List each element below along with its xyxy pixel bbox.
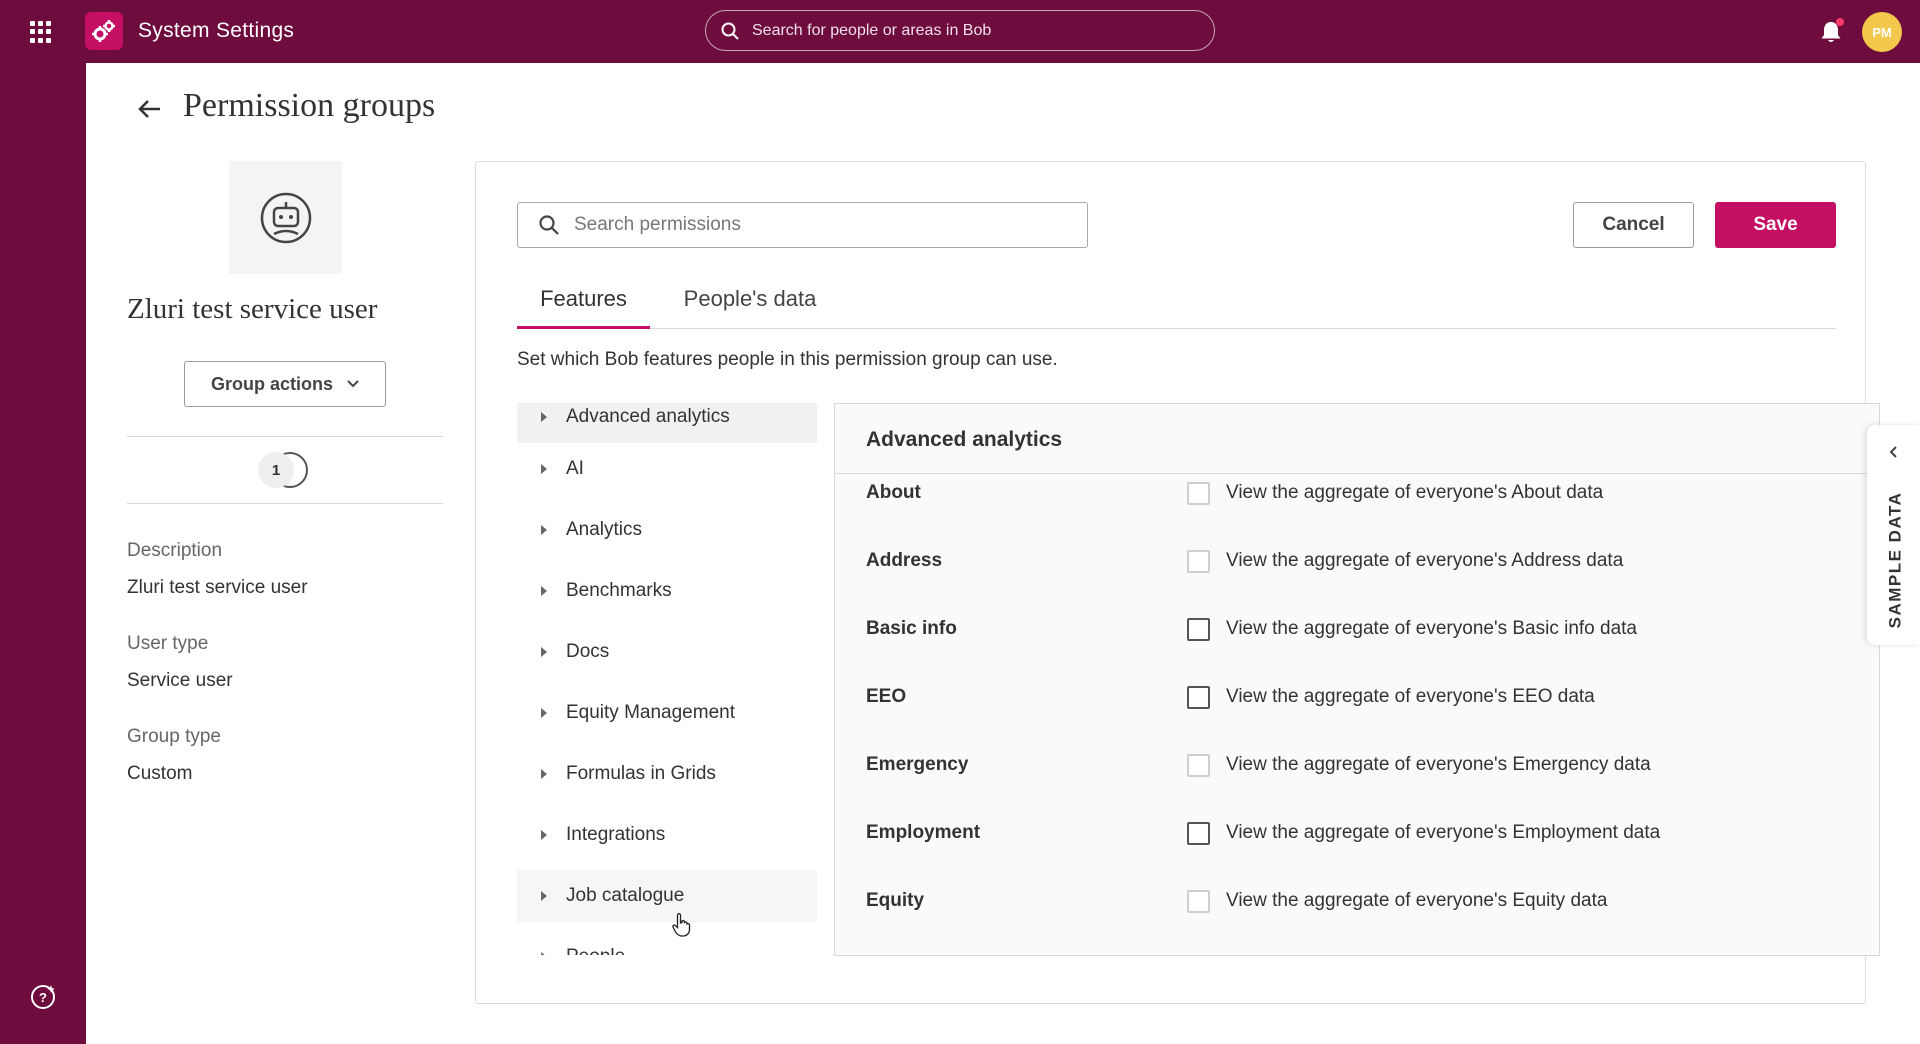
- permission-name: Basic info: [866, 618, 957, 639]
- group-actions-label: Group actions: [210, 373, 333, 394]
- group-name: Zluri test service user: [127, 293, 378, 325]
- save-button[interactable]: Save: [1715, 202, 1836, 248]
- feature-item-equity-management[interactable]: Equity Management: [517, 687, 817, 739]
- tab-description: Set which Bob features people in this pe…: [517, 349, 1058, 370]
- permissions-card: Cancel Save Features People's data Set w…: [475, 161, 1880, 1004]
- permission-name: EEO: [866, 686, 907, 707]
- feature-item-docs[interactable]: Docs: [517, 626, 817, 678]
- avatar[interactable]: PM: [1862, 12, 1902, 52]
- permission-checkbox[interactable]: [1187, 482, 1210, 505]
- detail-title: Advanced analytics: [866, 428, 1063, 451]
- permission-row-emergency: Emergency View the aggregate of everyone…: [835, 734, 1835, 802]
- feature-list: Advanced analytics AI Analytics Benchmar…: [517, 403, 830, 955]
- permission-text: View the aggregate of everyone's Equity …: [1226, 890, 1608, 911]
- settings-gears-icon: [85, 12, 123, 50]
- search-icon: [539, 215, 559, 235]
- group-avatar: [229, 161, 342, 274]
- sample-data-tab[interactable]: SAMPLE DATA: [1867, 425, 1920, 645]
- permission-checkbox[interactable]: [1187, 686, 1210, 709]
- group-actions-button[interactable]: Group actions: [184, 361, 386, 407]
- group-type-value: Custom: [127, 763, 193, 784]
- permission-row-basic-info: Basic info View the aggregate of everyon…: [835, 598, 1835, 666]
- tab-peoples-data[interactable]: People's data: [670, 286, 830, 329]
- app-title: System Settings: [138, 19, 295, 42]
- permission-tabs: Features People's data: [517, 286, 1836, 329]
- caret-right-icon: [541, 952, 547, 955]
- feature-detail-panel: Advanced analytics About View the aggreg…: [834, 403, 1880, 956]
- back-arrow-icon[interactable]: [136, 95, 164, 123]
- member-count-badge[interactable]: 1: [258, 452, 308, 490]
- feature-item-ai[interactable]: AI: [517, 443, 817, 495]
- feature-item-integrations[interactable]: Integrations: [517, 809, 817, 861]
- feature-item-advanced-analytics[interactable]: Advanced analytics: [517, 403, 817, 443]
- caret-right-icon: [541, 412, 547, 422]
- permission-text: View the aggregate of everyone's Address…: [1226, 550, 1624, 571]
- svg-text:?: ?: [39, 990, 47, 1005]
- hand-cursor-icon: [672, 913, 691, 937]
- feature-item-people[interactable]: People: [517, 931, 817, 955]
- divider: [127, 436, 443, 437]
- feature-item-job-catalogue[interactable]: Job catalogue: [517, 870, 817, 922]
- global-search-placeholder: Search for people or areas in Bob: [752, 21, 992, 39]
- feature-item-analytics[interactable]: Analytics: [517, 504, 817, 556]
- permissions-search[interactable]: [517, 202, 1088, 248]
- permission-text: View the aggregate of everyone's About d…: [1226, 482, 1604, 503]
- user-type-value: Service user: [127, 670, 233, 691]
- permissions-search-input[interactable]: [574, 214, 1074, 236]
- permission-checkbox[interactable]: [1187, 822, 1210, 845]
- description-value: Zluri test service user: [127, 577, 308, 598]
- permission-name: Employment: [866, 822, 981, 843]
- caret-right-icon: [541, 464, 547, 474]
- group-type-label: Group type: [127, 726, 221, 747]
- permission-checkbox[interactable]: [1187, 550, 1210, 573]
- main-content: Permission groups Zluri test service use…: [86, 63, 1920, 1044]
- robot-icon: [260, 192, 311, 243]
- feature-item-benchmarks[interactable]: Benchmarks: [517, 565, 817, 617]
- permission-row-about: About View the aggregate of everyone's A…: [835, 462, 1835, 530]
- page-title: Permission groups: [183, 87, 436, 124]
- permission-text: View the aggregate of everyone's Employm…: [1226, 822, 1661, 843]
- search-icon: [721, 22, 739, 40]
- permission-checkbox[interactable]: [1187, 754, 1210, 777]
- permission-row-equity: Equity View the aggregate of everyone's …: [835, 870, 1835, 938]
- permission-row-employment: Employment View the aggregate of everyon…: [835, 802, 1835, 870]
- caret-right-icon: [541, 708, 547, 718]
- apps-grid-icon[interactable]: [30, 21, 52, 43]
- sample-data-label: SAMPLE DATA: [1885, 491, 1905, 629]
- permission-checkbox[interactable]: [1187, 890, 1210, 913]
- permission-name: Emergency: [866, 754, 969, 775]
- permission-row-eeo: EEO View the aggregate of everyone's EEO…: [835, 666, 1835, 734]
- caret-right-icon: [541, 647, 547, 657]
- caret-right-icon: [541, 586, 547, 596]
- help-sparkle-icon[interactable]: ?: [28, 982, 58, 1012]
- permission-row-address: Address View the aggregate of everyone's…: [835, 530, 1835, 598]
- permission-name: About: [866, 482, 921, 503]
- description-label: Description: [127, 540, 223, 561]
- caret-right-icon: [541, 525, 547, 535]
- chevron-down-icon: [347, 380, 359, 388]
- notification-dot: [1836, 18, 1844, 26]
- permission-name: Address: [866, 550, 943, 571]
- permission-text: View the aggregate of everyone's EEO dat…: [1226, 686, 1595, 707]
- chevron-left-icon: [1889, 446, 1897, 458]
- caret-right-icon: [541, 769, 547, 779]
- permission-checkbox[interactable]: [1187, 618, 1210, 641]
- permission-name: Equity: [866, 890, 925, 911]
- global-search[interactable]: Search for people or areas in Bob: [705, 10, 1215, 51]
- permission-text: View the aggregate of everyone's Basic i…: [1226, 618, 1637, 639]
- sample-data-label-wrap: SAMPLE DATA: [1875, 485, 1915, 635]
- caret-right-icon: [541, 891, 547, 901]
- user-type-label: User type: [127, 633, 209, 654]
- top-bar: System Settings Search for people or are…: [0, 0, 1920, 63]
- member-count: 1: [258, 452, 294, 488]
- feature-item-formulas-in-grids[interactable]: Formulas in Grids: [517, 748, 817, 800]
- caret-right-icon: [541, 830, 547, 840]
- tab-features[interactable]: Features: [517, 286, 650, 329]
- cancel-button[interactable]: Cancel: [1573, 202, 1694, 248]
- permission-text: View the aggregate of everyone's Emergen…: [1226, 754, 1651, 775]
- divider: [127, 503, 443, 504]
